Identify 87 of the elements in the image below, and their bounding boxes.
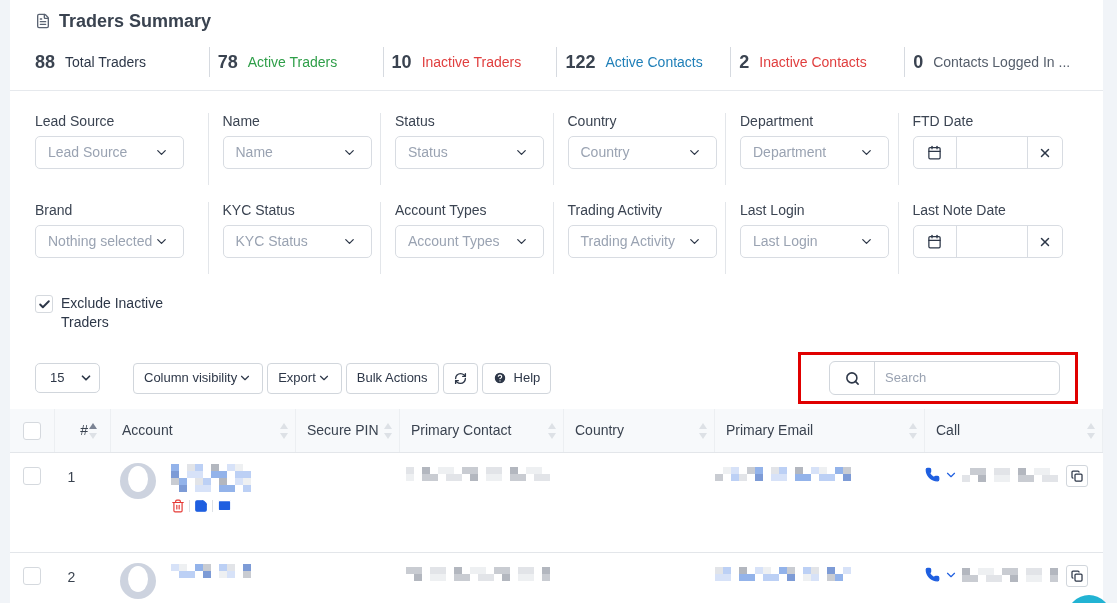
column-header: Country [575, 421, 625, 440]
copy-button[interactable] [1066, 565, 1088, 587]
filter-label: Last Login [740, 202, 806, 219]
refresh-button[interactable] [442, 362, 478, 394]
copy-icon [1071, 470, 1083, 482]
filter-label: Country [567, 113, 618, 130]
stat-label: Inactive Traders [421, 52, 522, 72]
calendar-icon [927, 234, 942, 249]
document-icon [35, 13, 51, 29]
search-field[interactable]: Search [875, 362, 1059, 394]
checkbox-label: Exclude Inactive Traders [61, 294, 164, 332]
help-icon [492, 371, 507, 385]
row-checkbox[interactable] [23, 467, 42, 485]
column-header: Primary Contact [411, 421, 512, 440]
filter-select[interactable]: Name [222, 136, 372, 169]
refresh-icon [453, 371, 467, 385]
select-placeholder: Account Types [408, 232, 500, 251]
select-placeholder: Status [408, 143, 448, 162]
toolbar-button[interactable]: Bulk Actions [345, 362, 439, 394]
select-placeholder: Name [235, 143, 273, 162]
copy-icon [1071, 570, 1083, 582]
search-group[interactable]: Search [829, 361, 1060, 395]
filter-label: Name [222, 113, 261, 130]
filter-label: Brand [35, 202, 74, 219]
select-all-checkbox[interactable] [23, 421, 41, 440]
date-range-field[interactable] [912, 136, 1063, 169]
filter-select[interactable]: Trading Activity [567, 225, 717, 258]
select-placeholder: Nothing selected [48, 232, 153, 251]
filter-select[interactable]: Status [395, 136, 544, 169]
stat-label: Inactive Contacts [759, 52, 867, 72]
copy-button[interactable] [1066, 465, 1088, 487]
exclude-checkbox[interactable] [35, 295, 53, 313]
stat-label: Total Traders [65, 52, 146, 72]
filter-label: KYC Status [222, 202, 296, 219]
filter-select[interactable]: Last Login [740, 225, 889, 258]
dropdown-button[interactable]: Export [267, 362, 342, 394]
select-placeholder: Department [753, 143, 827, 162]
sort-icon[interactable] [88, 421, 98, 440]
filter-label: Account Types [395, 202, 488, 219]
row-checkbox[interactable] [23, 567, 42, 585]
row-number: 2 [67, 569, 76, 585]
row-number: 1 [67, 469, 76, 485]
search-icon [844, 370, 860, 386]
filter-label: Lead Source [35, 113, 116, 130]
select-placeholder: Country [580, 143, 630, 162]
page-length-select[interactable]: 15 [35, 363, 100, 393]
stat-label: Active Traders [247, 52, 338, 72]
calendar-icon [927, 145, 942, 160]
filter-select[interactable]: Country [567, 136, 717, 169]
stat-label: Contacts Logged In ... [933, 52, 1071, 72]
stat-count: 88 [35, 50, 56, 74]
help-button[interactable]: Help [481, 362, 552, 394]
page-title: Traders Summary [59, 9, 212, 33]
stat-count: 10 [391, 50, 412, 74]
column-header: Call [936, 421, 961, 440]
filter-label: Last Note Date [912, 202, 1007, 219]
phone-icon[interactable] [925, 567, 940, 582]
filter-select[interactable]: KYC Status [222, 225, 372, 258]
select-placeholder: Lead Source [48, 143, 128, 162]
filter-select[interactable]: Nothing selected [35, 225, 184, 258]
dropdown-button[interactable]: Column visibility [133, 362, 264, 394]
check-icon [37, 297, 51, 311]
select-placeholder: Last Login [753, 232, 818, 251]
stat-count: 78 [217, 50, 238, 74]
filter-label: FTD Date [912, 113, 975, 130]
filter-select[interactable]: Department [740, 136, 889, 169]
avatar-icon [119, 563, 156, 599]
filter-select[interactable]: Lead Source [35, 136, 184, 169]
avatar-icon [119, 463, 156, 499]
note-icon[interactable] [193, 498, 208, 513]
filter-select[interactable]: Account Types [395, 225, 544, 258]
phone-icon[interactable] [925, 467, 940, 482]
trash-icon[interactable] [170, 498, 185, 513]
column-header: Secure PIN [307, 421, 379, 440]
stat-count: 122 [565, 50, 596, 74]
date-range-field[interactable] [912, 225, 1063, 258]
select-placeholder: KYC Status [235, 232, 308, 251]
column-header: # [80, 421, 88, 440]
column-header: Account [122, 421, 173, 440]
stat-count: 2 [739, 50, 750, 74]
stat-count: 0 [913, 50, 924, 74]
stat-label: Active Contacts [605, 52, 703, 72]
filter-label: Status [395, 113, 436, 130]
select-placeholder: Trading Activity [580, 232, 675, 251]
filter-label: Department [740, 113, 815, 130]
column-header: Primary Email [726, 421, 814, 440]
filter-label: Trading Activity [567, 202, 663, 219]
